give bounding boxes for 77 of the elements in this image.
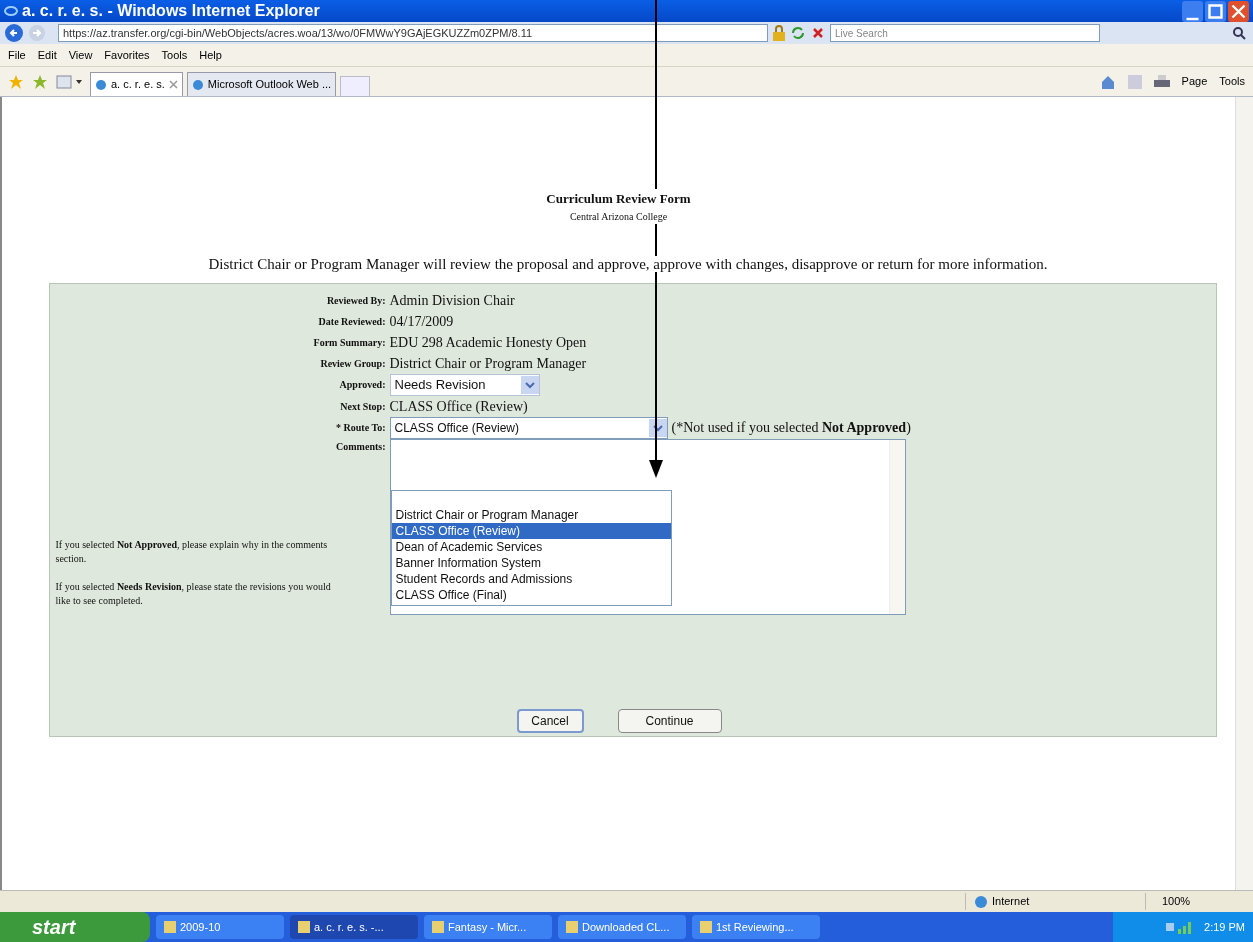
- field-value: 04/17/2009: [389, 312, 454, 331]
- scrollbar[interactable]: [888, 439, 905, 614]
- field-label: Reviewed By:: [325, 293, 387, 308]
- command-button[interactable]: Tools: [1219, 73, 1245, 90]
- add-favorite-icon[interactable]: [32, 73, 48, 90]
- dropdown-option[interactable]: Banner Information System: [391, 554, 671, 571]
- home-icon[interactable]: [1099, 74, 1116, 89]
- field-label: Review Group:: [319, 356, 387, 371]
- approved-dropdown[interactable]: Needs Revision: [389, 373, 540, 396]
- back-icon[interactable]: [4, 23, 24, 43]
- favorites-star-icon[interactable]: [8, 73, 24, 90]
- cancel-button[interactable]: Cancel: [516, 708, 584, 733]
- taskbar-button[interactable]: 1st Reviewing...: [692, 915, 820, 939]
- close-button[interactable]: [1228, 0, 1249, 22]
- new-tab-button[interactable]: [340, 76, 371, 96]
- field-label: Approved:: [338, 378, 387, 392]
- tab-label: a. c. r. e. s.: [111, 77, 165, 93]
- zone-label: Internet: [992, 894, 1030, 910]
- print-icon[interactable]: [1153, 74, 1170, 89]
- menu-item[interactable]: File: [8, 46, 26, 64]
- menu-item[interactable]: Help: [199, 46, 222, 64]
- field-label: Form Summary:: [312, 335, 387, 350]
- menu-item[interactable]: Edit: [37, 46, 57, 64]
- globe-icon: [974, 894, 988, 909]
- taskbar-label: Fantasy - Micr...: [448, 919, 527, 935]
- help-text: If you selected Needs Revision, please state the revisions you would like to see completed.: [55, 579, 332, 608]
- minimize-button[interactable]: [1182, 0, 1203, 22]
- field-value: Admin Division Chair: [389, 291, 515, 310]
- menu-item[interactable]: Favorites: [104, 46, 150, 64]
- field-value: District Chair or Program Manager: [389, 354, 587, 373]
- window-icon: [700, 921, 712, 933]
- help-text: If you selected Not Approved, please explain why in the comments section.: [55, 537, 329, 566]
- maximize-button[interactable]: [1205, 0, 1226, 22]
- field-value: EDU 298 Academic Honesty Open: [389, 333, 587, 352]
- taskbar-button[interactable]: Downloaded CL...: [558, 915, 686, 939]
- taskbar-button[interactable]: a. c. r. e. s. -...: [290, 915, 418, 939]
- route-note: (*Not used if you selected Not Approved): [671, 419, 911, 437]
- taskbar-label: Downloaded CL...: [582, 919, 670, 935]
- search-field[interactable]: Live Search: [830, 24, 1100, 42]
- taskbar-button[interactable]: Fantasy - Micr...: [424, 915, 552, 939]
- field-value: CLASS Office (Review): [389, 397, 528, 416]
- route-dropdown[interactable]: CLASS Office (Review): [389, 416, 668, 439]
- dropdown-option[interactable]: Student Records and Admissions: [391, 570, 671, 587]
- page-scrollbar[interactable]: [1235, 97, 1253, 890]
- refresh-icon[interactable]: [790, 25, 806, 41]
- window-icon: [566, 921, 578, 933]
- address-field[interactable]: https://az.transfer.org/cgi-bin/WebObjects/acres.woa/13/wo/0FMWwY9GAjEGKUZZm0ZPM/8.11: [58, 24, 768, 42]
- browser-tab[interactable]: a. c. r. e. s.: [90, 72, 183, 96]
- field-label: Date Reviewed:: [317, 314, 387, 329]
- field-label: Next Stop:: [339, 399, 387, 414]
- lock-icon[interactable]: [772, 25, 786, 41]
- intro-text: District Chair or Program Manager will review the proposal and approve, approve with changes, disapprove or return for more information.: [208, 255, 1048, 272]
- start-button[interactable]: start: [0, 912, 150, 942]
- taskbar-label: a. c. r. e. s. -...: [314, 919, 384, 935]
- browser-tab[interactable]: Microsoft Outlook Web ...: [186, 72, 337, 96]
- tab-label: Microsoft Outlook Web ...: [207, 77, 332, 93]
- menu-item[interactable]: Tools: [161, 46, 188, 64]
- clock: 2:19 PM: [1204, 919, 1245, 935]
- menu-item[interactable]: View: [68, 46, 93, 64]
- window-title: a. c. r. e. s. - Windows Internet Explorer: [22, 1, 321, 21]
- close-tab-icon[interactable]: [168, 80, 178, 89]
- dropdown-option[interactable]: CLASS Office (Review): [391, 522, 671, 539]
- dropdown-option[interactable]: Dean of Academic Services: [391, 538, 671, 555]
- taskbar-label: 2009-10: [180, 919, 221, 935]
- zoom-level[interactable]: 100%: [1145, 893, 1253, 910]
- taskbar-label: 1st Reviewing...: [716, 919, 794, 935]
- field-label: * Route To:: [335, 421, 387, 435]
- dropdown-option[interactable]: CLASS Office (Final): [391, 586, 671, 603]
- taskbar-button[interactable]: 2009-10: [156, 915, 284, 939]
- form-title: Curriculum Review Form: [546, 189, 691, 209]
- window-icon: [298, 921, 310, 933]
- window-icon: [164, 921, 176, 933]
- dropdown-option[interactable]: District Chair or Program Manager: [391, 506, 671, 523]
- command-button[interactable]: Page: [1181, 73, 1208, 90]
- field-label: Comments:: [335, 439, 387, 454]
- continue-button[interactable]: Continue: [617, 708, 722, 733]
- window-icon: [432, 921, 444, 933]
